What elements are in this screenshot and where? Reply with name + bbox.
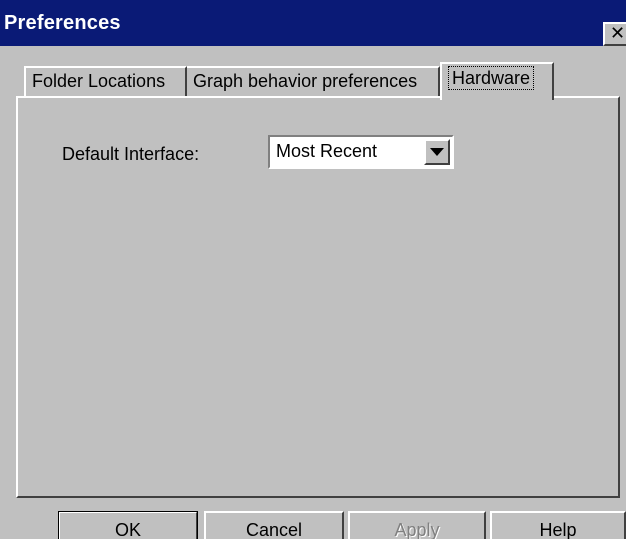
default-interface-value: Most Recent [276, 141, 378, 161]
help-button[interactable]: Help [490, 511, 626, 539]
apply-button: Apply [348, 511, 486, 539]
tab-folder-locations[interactable]: Folder Locations [24, 66, 187, 96]
close-icon: ✕ [610, 23, 626, 43]
dropdown-button[interactable] [424, 139, 450, 165]
close-button[interactable]: ✕ [603, 22, 626, 46]
tab-label: Hardware [448, 66, 535, 90]
tab-graph-behavior-preferences[interactable]: Graph behavior preferences [187, 66, 440, 96]
default-interface-label: Default Interface: [62, 144, 200, 164]
tab-hardware[interactable]: Hardware [440, 62, 554, 100]
window-title: Preferences [4, 11, 121, 34]
ok-button[interactable]: OK [58, 511, 198, 539]
preferences-dialog: Preferences ✕ Folder Locations Graph beh… [0, 0, 626, 539]
chevron-down-icon [430, 148, 444, 156]
default-interface-dropdown[interactable]: Most Recent [268, 135, 454, 169]
cancel-button[interactable]: Cancel [204, 511, 344, 539]
title-bar[interactable]: Preferences ✕ [0, 0, 626, 46]
tab-label: Folder Locations [32, 71, 166, 91]
tab-label: Graph behavior preferences [193, 71, 418, 91]
